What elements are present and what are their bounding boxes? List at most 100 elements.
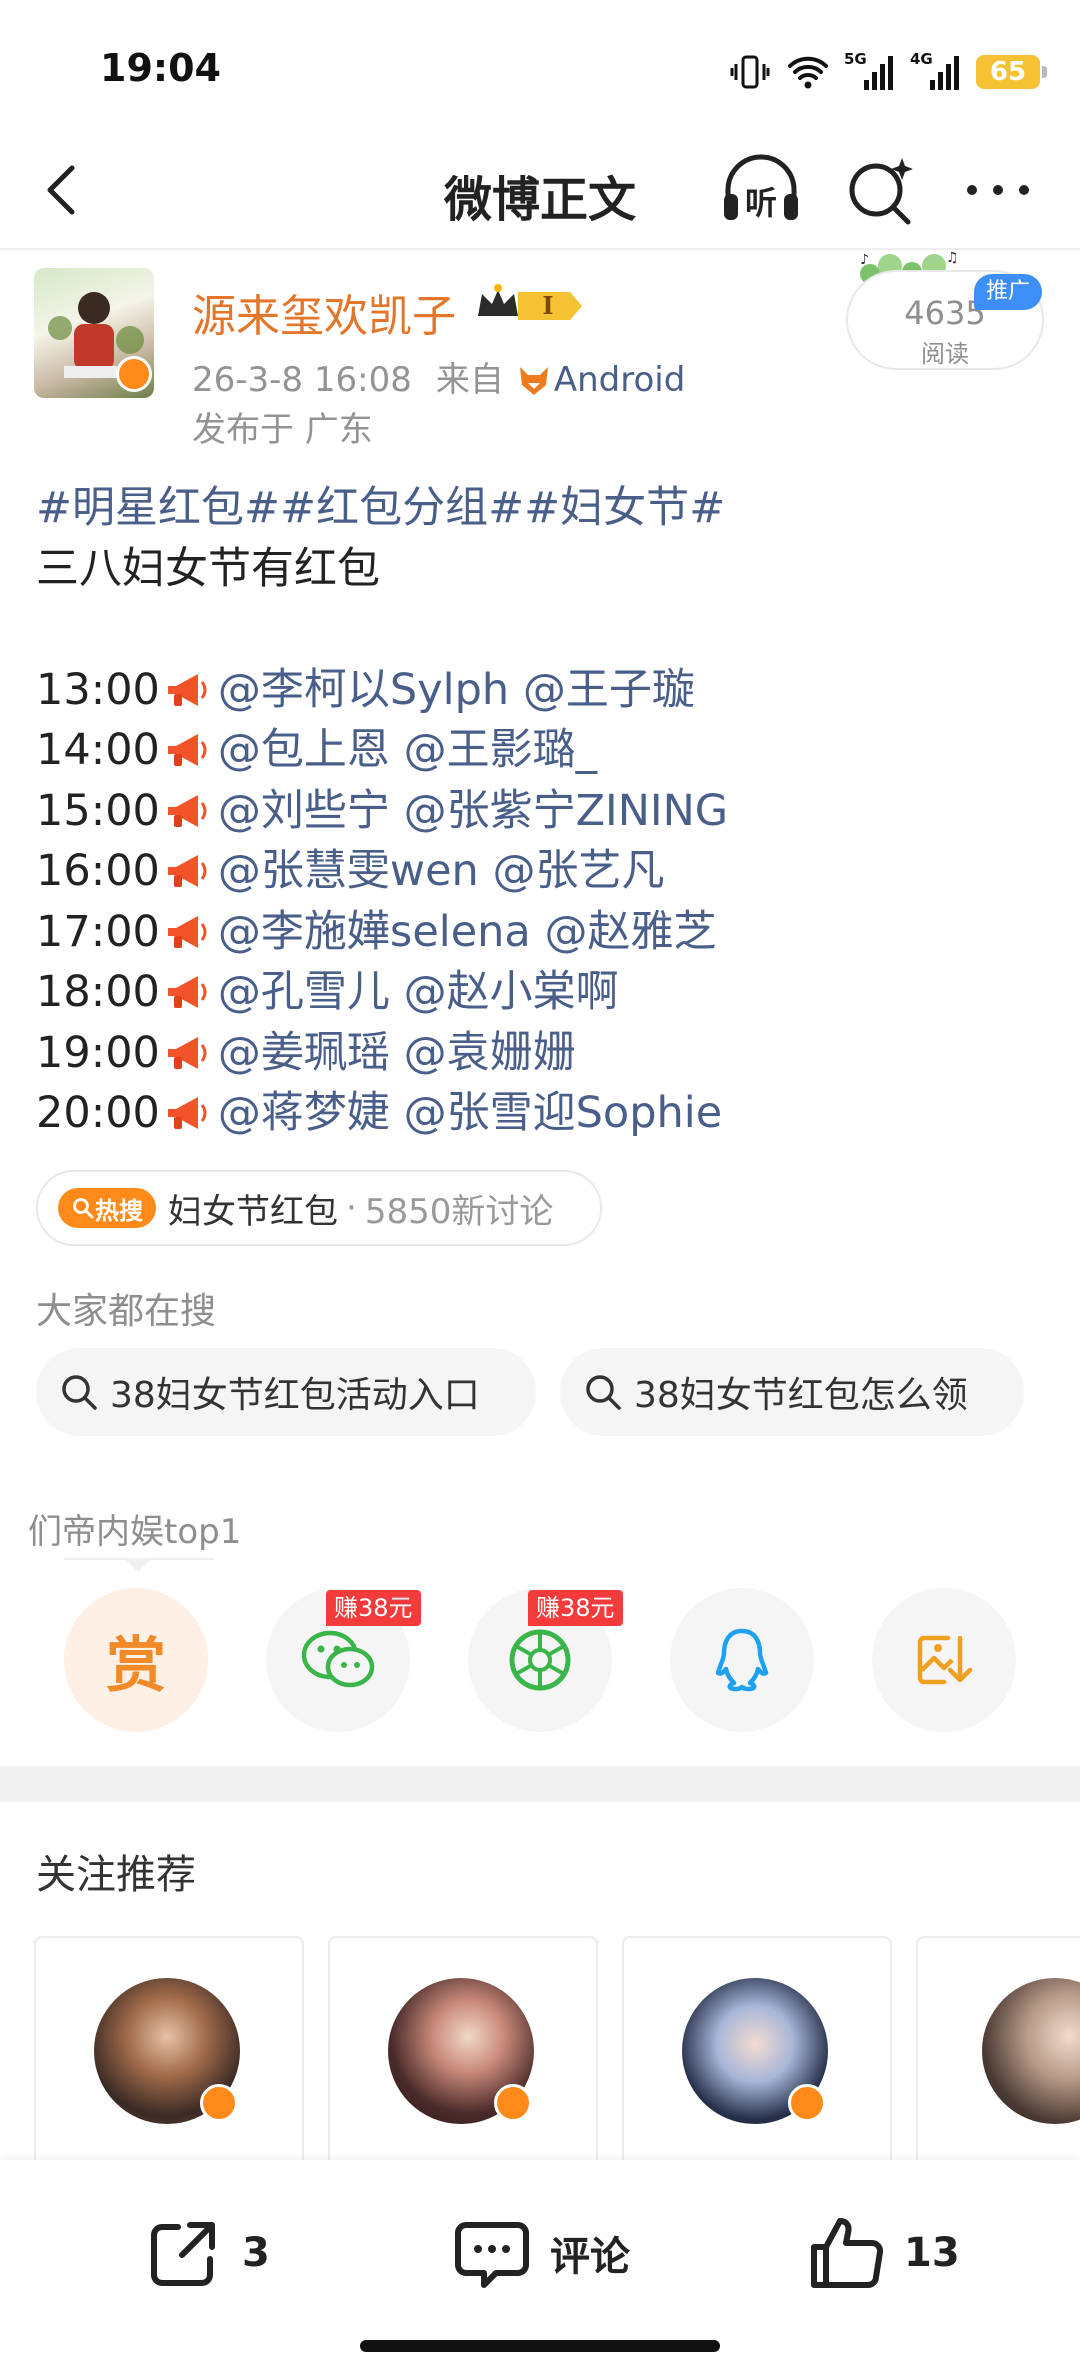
reward-button[interactable]: 赏: [64, 1588, 208, 1732]
tooltip-pointer: [124, 1558, 152, 1572]
like-button[interactable]: 13: [806, 2208, 960, 2298]
megaphone-icon: [164, 1029, 212, 1069]
schedule-time: 13:00: [36, 664, 160, 715]
mention-links[interactable]: @李柯以Sylph @王子璇: [218, 665, 695, 715]
schedule-line: 15:00 @刘些宁 @张紫宁ZINING: [36, 781, 1046, 842]
home-indicator: [360, 2340, 720, 2352]
megaphone-icon: [164, 968, 212, 1008]
comment-label: 评论: [550, 2234, 630, 2280]
thumbs-up-icon: [811, 2218, 884, 2288]
megaphone-icon: [164, 787, 212, 827]
save-image-icon: [917, 1635, 973, 1685]
megaphone-icon: [164, 666, 212, 706]
mention-links[interactable]: @刘些宁 @张紫宁ZINING: [218, 786, 728, 836]
fox-icon: [516, 361, 552, 397]
schedule-time: 17:00: [36, 906, 160, 957]
mention-links[interactable]: @李施嬅selena @赵雅芝: [218, 907, 717, 957]
battery-icon: 65: [976, 55, 1047, 89]
schedule-line: 17:00 @李施嬅selena @赵雅芝: [36, 902, 1046, 963]
headphones-listen-icon[interactable]: 听: [718, 152, 804, 228]
post-content: #明星红包##红包分组##妇女节# 三八妇女节有红包 13:00 @李柯以Sylp…: [36, 478, 1046, 1144]
hot-search-badge: 热搜: [58, 1188, 156, 1228]
schedule-list: 13:00 @李柯以Sylph @王子璇 14:00 @包上恩 @王影璐_ 15:00 @…: [36, 660, 1046, 1144]
mention-links[interactable]: @蒋梦婕 @张雪迎Sophie: [218, 1088, 722, 1138]
recommend-card[interactable]: 张紫宁Zi: [622, 1936, 892, 2196]
schedule-time: 19:00: [36, 1027, 160, 1078]
like-count: 13: [904, 2230, 960, 2276]
recommend-card[interactable]: 张艺凡: [328, 1936, 598, 2196]
schedule-line: 20:00 @蒋梦婕 @张雪迎Sophie: [36, 1083, 1046, 1144]
schedule-time: 15:00: [36, 785, 160, 836]
megaphone-icon: [164, 847, 212, 887]
status-time: 19:04: [100, 46, 221, 90]
mention-links[interactable]: @姜珮瑶 @袁姗姗: [218, 1028, 576, 1078]
avatar[interactable]: [682, 1978, 828, 2124]
vibrate-icon: [728, 52, 772, 92]
hot-search-topic: 妇女节红包: [168, 1191, 338, 1232]
verified-badge-icon: [200, 2084, 238, 2122]
fan-group-tag[interactable]: 们帝内娱top1: [28, 1504, 241, 1553]
earn-reward-badge: 赚38元: [528, 1590, 623, 1626]
read-label: 阅读: [921, 340, 969, 368]
comment-icon: [455, 2222, 529, 2288]
megaphone-icon: [164, 908, 212, 948]
schedule-time: 18:00: [36, 967, 160, 1017]
schedule-line: 19:00 @姜珮瑶 @袁姗姗: [36, 1023, 1046, 1084]
more-dots-icon[interactable]: [960, 152, 1036, 228]
schedule-time: 20:00: [36, 1088, 160, 1138]
follow-recommend-title: 关注推荐: [36, 1852, 196, 1898]
svg-text:听: 听: [745, 184, 777, 222]
qq-penguin-icon: [715, 1628, 769, 1692]
earn-reward-badge: 赚38元: [326, 1590, 421, 1626]
avatar[interactable]: [94, 1978, 240, 2124]
related-search-chip[interactable]: 38妇女节红包怎么领: [560, 1348, 1024, 1436]
verified-badge-icon: [116, 356, 152, 392]
promote-tag[interactable]: 推广: [974, 274, 1042, 310]
related-search-chip[interactable]: 38妇女节红包活动入口: [36, 1348, 536, 1436]
post-intro: 三八妇女节有红包: [36, 543, 380, 594]
schedule-line: 18:00 @孔雪儿 @赵小棠啊: [36, 962, 1046, 1023]
save-image-button[interactable]: [872, 1588, 1016, 1732]
recommend-card[interactable]: 张慧雯: [34, 1936, 304, 2196]
mention-links[interactable]: @孔雪儿 @赵小棠啊: [218, 967, 619, 1017]
schedule-time: 14:00: [36, 725, 160, 775]
search-icon: [586, 1375, 621, 1410]
hot-search-separator: ·: [346, 1188, 357, 1228]
member-crown-icon[interactable]: I: [474, 282, 588, 330]
mention-links[interactable]: @张慧雯wen @张艺凡: [218, 846, 665, 896]
section-divider: [0, 1766, 1080, 1802]
source-prefix: 来自: [435, 360, 504, 400]
post-meta: 26-3-8 16:08 来自 Android: [192, 352, 685, 401]
post-source[interactable]: Android: [554, 360, 685, 400]
hashtag-links[interactable]: #明星红包##红包分组##妇女节#: [36, 483, 725, 533]
top-navigation-bar: 微博正文 听: [0, 130, 1080, 250]
search-icon: [62, 1375, 97, 1410]
post-date: 26-3-8 16:08: [192, 360, 412, 400]
wifi-icon: [786, 52, 830, 92]
wechat-icon: [301, 1630, 375, 1688]
author-avatar[interactable]: [34, 268, 154, 398]
post-location: 发布于 广东: [192, 410, 373, 450]
repost-button[interactable]: 3: [144, 2208, 270, 2298]
hot-search-count: 5850新讨论: [364, 1191, 554, 1232]
mention-links[interactable]: @包上恩 @王影璐_: [218, 725, 597, 775]
qq-share-button[interactable]: [670, 1588, 814, 1732]
search-sparkle-icon[interactable]: [842, 152, 918, 228]
repost-count: 3: [242, 2230, 270, 2276]
verified-badge-icon: [494, 2084, 532, 2122]
schedule-line: 16:00 @张慧雯wen @张艺凡: [36, 841, 1046, 902]
author-name[interactable]: 源来玺欢凯子: [192, 280, 456, 344]
avatar[interactable]: [388, 1978, 534, 2124]
moments-aperture-icon: [509, 1629, 571, 1691]
megaphone-icon: [164, 1089, 212, 1129]
schedule-time: 16:00: [36, 846, 160, 896]
svg-text:♫: ♫: [946, 250, 959, 266]
signal-5g-icon: 5G: [844, 52, 896, 92]
comment-button[interactable]: 评论: [452, 2208, 630, 2298]
hot-search-chip[interactable]: 热搜 妇女节红包 · 5850新讨论: [36, 1170, 602, 1246]
schedule-line: 13:00 @李柯以Sylph @王子璇: [36, 660, 1046, 721]
svg-text:I: I: [542, 291, 553, 320]
avatar[interactable]: [982, 1978, 1080, 2124]
recommend-card[interactable]: 李施嬅: [916, 1936, 1080, 2196]
status-bar: 19:04 5G 4G 65: [0, 0, 1080, 130]
